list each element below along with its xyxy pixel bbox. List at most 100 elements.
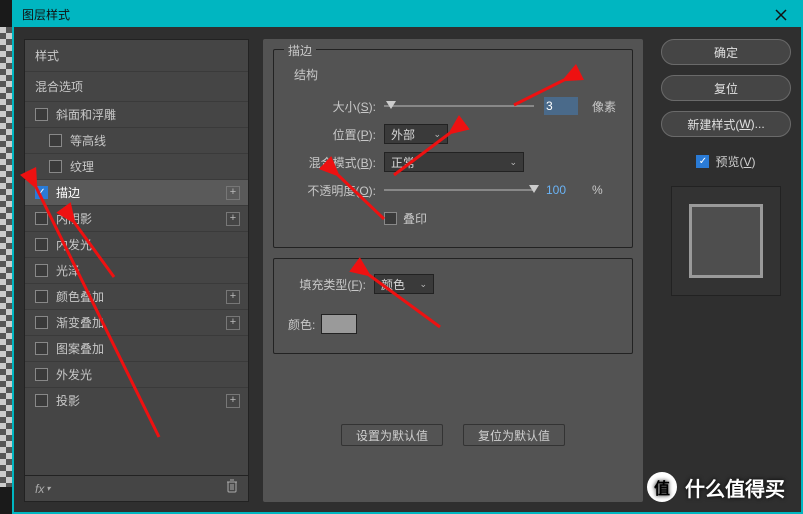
preview-checkbox[interactable]: 预览(V) (661, 153, 791, 170)
window-title: 图层样式 (22, 6, 70, 23)
style-item-1[interactable]: 等高线 (25, 127, 248, 153)
add-effect-button[interactable]: + (226, 212, 240, 226)
style-list: 斜面和浮雕等高线纹理描边+内阴影+内发光光泽颜色叠加+渐变叠加+图案叠加外发光投… (25, 101, 248, 475)
background-checker (0, 27, 12, 487)
sidebar-blend-options[interactable]: 混合选项 (25, 71, 248, 101)
style-checkbox[interactable] (35, 238, 48, 251)
group-legend: 描边 (284, 42, 316, 59)
style-label: 斜面和浮雕 (56, 106, 240, 123)
style-checkbox[interactable] (49, 134, 62, 147)
style-checkbox[interactable] (49, 160, 62, 173)
add-effect-button[interactable]: + (226, 186, 240, 200)
size-value[interactable]: 3 (544, 97, 578, 115)
layer-style-dialog: 图层样式 样式 混合选项 斜面和浮雕等高线纹理描边+内阴影+内发光光泽颜色叠加+… (12, 0, 803, 514)
opacity-label: 不透明度(O): (288, 182, 384, 199)
add-effect-button[interactable]: + (226, 394, 240, 408)
preview-box (671, 186, 781, 296)
sidebar-footer: fx▾ (25, 475, 248, 501)
add-effect-button[interactable]: + (226, 316, 240, 330)
add-effect-button[interactable]: + (226, 290, 240, 304)
style-checkbox[interactable] (35, 316, 48, 329)
style-item-5[interactable]: 内发光 (25, 231, 248, 257)
fx-menu-button[interactable]: fx▾ (35, 482, 50, 496)
style-checkbox[interactable] (35, 108, 48, 121)
style-label: 纹理 (70, 158, 240, 175)
opacity-slider[interactable] (384, 183, 534, 197)
color-row: 颜色: (288, 311, 618, 337)
filltype-row: 填充类型(F): 颜色⌄ (288, 271, 618, 297)
trash-button[interactable] (226, 479, 238, 498)
style-item-2[interactable]: 纹理 (25, 153, 248, 179)
settings-panel: 描边 结构 大小(S): 3 像素 位置(P): 外部⌄ 混合模式(B): 正 (263, 39, 647, 502)
size-label: 大小(S): (288, 98, 384, 115)
filltype-label: 填充类型(F): (288, 276, 374, 293)
style-label: 颜色叠加 (56, 288, 226, 305)
style-item-6[interactable]: 光泽 (25, 257, 248, 283)
checkbox-icon (696, 155, 709, 168)
size-row: 大小(S): 3 像素 (288, 93, 618, 119)
style-label: 投影 (56, 392, 226, 409)
style-item-10[interactable]: 外发光 (25, 361, 248, 387)
style-item-9[interactable]: 图案叠加 (25, 335, 248, 361)
trash-icon (226, 479, 238, 493)
opacity-row: 不透明度(O): 100 % (288, 177, 618, 203)
position-row: 位置(P): 外部⌄ (288, 121, 618, 147)
blend-select[interactable]: 正常⌄ (384, 152, 524, 172)
style-label: 渐变叠加 (56, 314, 226, 331)
preview-thumb (689, 204, 763, 278)
style-label: 内发光 (56, 236, 240, 253)
opacity-unit: % (592, 183, 603, 197)
reset-default-button[interactable]: 复位为默认值 (463, 424, 565, 446)
color-label: 颜色: (288, 316, 315, 333)
style-checkbox[interactable] (35, 186, 48, 199)
right-column: 确定 复位 新建样式(W)... 预览(V) (661, 39, 791, 502)
checkbox-icon (384, 212, 397, 225)
close-icon (775, 9, 787, 21)
caret-icon: ⌄ (509, 157, 517, 168)
chevron-down-icon: ▾ (46, 484, 50, 493)
style-checkbox[interactable] (35, 212, 48, 225)
opacity-value[interactable]: 100 (544, 181, 578, 199)
style-checkbox[interactable] (35, 342, 48, 355)
caret-icon: ⌄ (433, 129, 441, 140)
dialog-content: 样式 混合选项 斜面和浮雕等高线纹理描边+内阴影+内发光光泽颜色叠加+渐变叠加+… (14, 27, 801, 512)
blend-label: 混合模式(B): (288, 154, 384, 171)
style-item-7[interactable]: 颜色叠加+ (25, 283, 248, 309)
style-label: 等高线 (70, 132, 240, 149)
titlebar: 图层样式 (14, 2, 801, 27)
new-style-button[interactable]: 新建样式(W)... (661, 111, 791, 137)
ok-button[interactable]: 确定 (661, 39, 791, 65)
style-item-4[interactable]: 内阴影+ (25, 205, 248, 231)
caret-icon: ⌄ (419, 279, 427, 290)
style-checkbox[interactable] (35, 368, 48, 381)
color-swatch[interactable] (321, 314, 357, 334)
style-checkbox[interactable] (35, 290, 48, 303)
style-item-8[interactable]: 渐变叠加+ (25, 309, 248, 335)
style-label: 描边 (56, 184, 226, 201)
style-label: 外发光 (56, 366, 240, 383)
filltype-select[interactable]: 颜色⌄ (374, 274, 434, 294)
style-checkbox[interactable] (35, 394, 48, 407)
style-label: 光泽 (56, 262, 240, 279)
size-slider[interactable] (384, 99, 534, 113)
close-button[interactable] (761, 2, 801, 27)
blend-row: 混合模式(B): 正常⌄ (288, 149, 618, 175)
position-label: 位置(P): (288, 126, 384, 143)
style-label: 图案叠加 (56, 340, 240, 357)
set-default-button[interactable]: 设置为默认值 (341, 424, 443, 446)
style-item-0[interactable]: 斜面和浮雕 (25, 101, 248, 127)
stroke-group: 描边 结构 大小(S): 3 像素 位置(P): 外部⌄ 混合模式(B): 正 (273, 49, 633, 248)
overprint-checkbox[interactable]: 叠印 (384, 210, 427, 227)
structure-legend: 结构 (294, 66, 618, 83)
style-item-3[interactable]: 描边+ (25, 179, 248, 205)
overprint-row: 叠印 (288, 205, 618, 231)
fill-group: 填充类型(F): 颜色⌄ 颜色: (273, 258, 633, 354)
cancel-button[interactable]: 复位 (661, 75, 791, 101)
default-buttons: 设置为默认值 复位为默认值 (273, 424, 633, 446)
sidebar-header: 样式 (25, 40, 248, 71)
style-item-11[interactable]: 投影+ (25, 387, 248, 413)
position-select[interactable]: 外部⌄ (384, 124, 448, 144)
style-checkbox[interactable] (35, 264, 48, 277)
size-unit: 像素 (592, 98, 616, 115)
style-sidebar: 样式 混合选项 斜面和浮雕等高线纹理描边+内阴影+内发光光泽颜色叠加+渐变叠加+… (24, 39, 249, 502)
